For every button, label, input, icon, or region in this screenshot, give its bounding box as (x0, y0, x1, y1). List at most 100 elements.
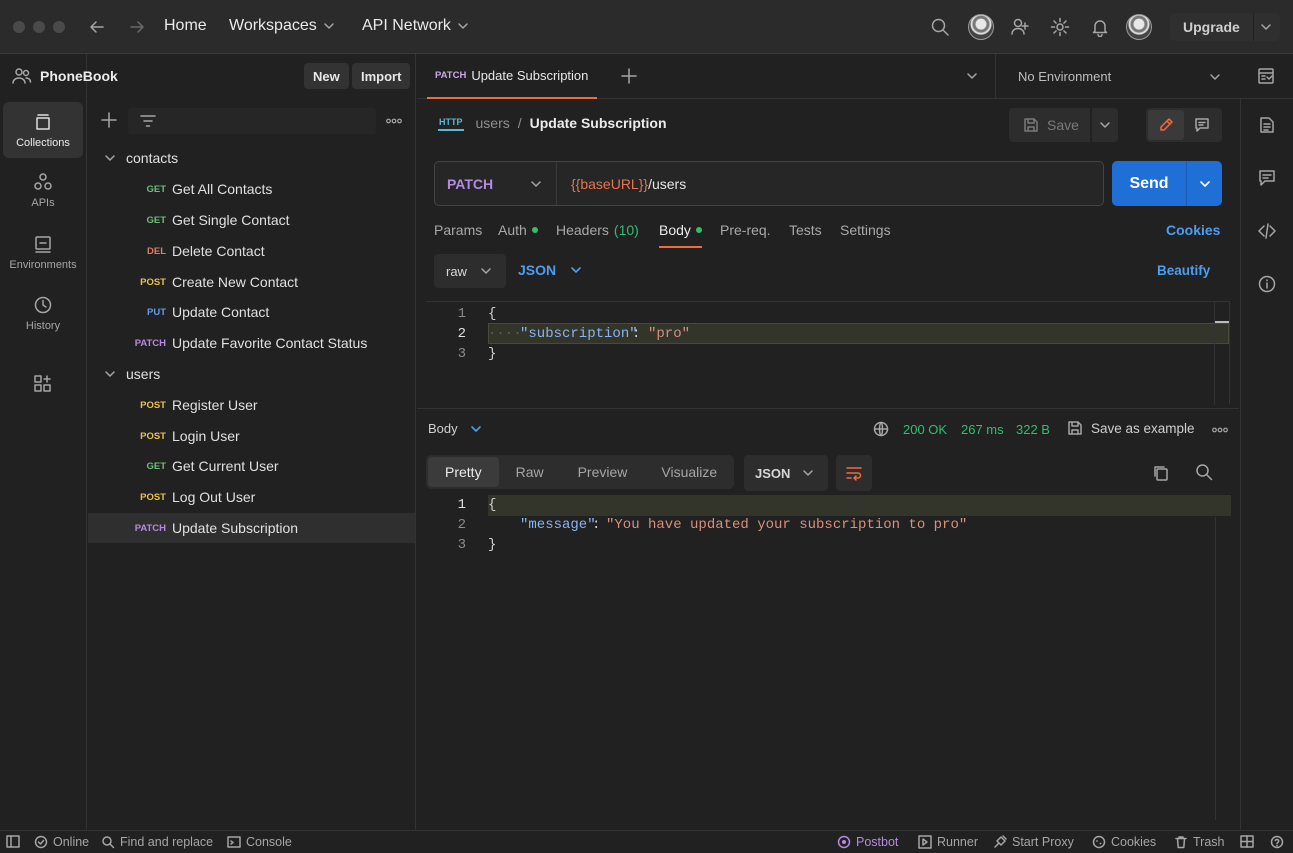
wrap-lines-icon[interactable] (836, 455, 872, 491)
filter-input[interactable] (128, 108, 376, 134)
two-pane-view-icon[interactable] (1240, 835, 1254, 848)
globe-icon[interactable] (873, 421, 889, 437)
folder-users[interactable]: users (104, 366, 160, 382)
view-raw[interactable]: Raw (499, 457, 561, 487)
start-proxy-button[interactable]: Start Proxy (993, 835, 1074, 849)
response-status[interactable]: 200 OK (903, 422, 947, 437)
request-item[interactable]: POST Login User (88, 421, 415, 451)
request-body-editor[interactable]: 1 2 3 { ···· "subscription" : "pro" } (426, 301, 1230, 405)
tab-auth[interactable]: Auth (498, 222, 538, 238)
body-language-select[interactable]: JSON (518, 262, 582, 278)
online-status[interactable]: Online (34, 835, 89, 849)
rail-collections[interactable]: Collections (3, 102, 83, 158)
save-as-example-button[interactable]: Save as example (1067, 420, 1195, 436)
response-header: Body 200 OK 267 ms 322 B Save as example (417, 408, 1239, 450)
request-item[interactable]: POST Create New Contact (88, 267, 415, 297)
add-collection-icon[interactable] (101, 112, 117, 128)
response-search-icon[interactable] (1195, 463, 1213, 481)
send-button[interactable]: Send (1112, 161, 1222, 206)
invite-user-icon[interactable] (1010, 17, 1030, 37)
view-pretty[interactable]: Pretty (428, 457, 499, 487)
tab-headers[interactable]: Headers (10) (556, 222, 639, 238)
info-icon[interactable] (1258, 275, 1276, 293)
status-bar: Online Find and replace Console Postbot … (0, 830, 1293, 853)
tab-update-subscription[interactable]: PATCH Update Subscription (427, 54, 597, 99)
console-button[interactable]: Console (227, 835, 292, 849)
documentation-icon[interactable] (1258, 116, 1276, 134)
request-item[interactable]: POST Register User (88, 390, 415, 420)
response-time[interactable]: 267 ms (961, 422, 1004, 437)
view-preview[interactable]: Preview (561, 457, 645, 487)
tabs-overflow-chevron-icon[interactable] (966, 70, 978, 82)
user-avatar[interactable] (1126, 14, 1152, 40)
configure-sidebar-icon[interactable] (33, 374, 53, 394)
toggle-sidebar-icon[interactable] (6, 835, 20, 848)
window-minimize-button[interactable] (33, 21, 45, 33)
tab-tests[interactable]: Tests (789, 222, 822, 238)
rail-apis[interactable]: APIs (3, 162, 83, 218)
rail-history[interactable]: History (3, 285, 83, 341)
find-and-replace-button[interactable]: Find and replace (101, 835, 213, 849)
tab-body[interactable]: Body (659, 222, 702, 248)
method-select[interactable]: PATCH (435, 162, 557, 205)
cookies-link[interactable]: Cookies (1166, 222, 1220, 238)
forward-arrow-icon[interactable] (128, 18, 146, 36)
code-snippet-icon[interactable] (1258, 222, 1276, 240)
environment-quick-look-icon[interactable] (1257, 67, 1275, 85)
request-item[interactable]: GET Get Current User (88, 451, 415, 481)
edit-pencil-icon[interactable] (1148, 110, 1184, 140)
workspace-header[interactable]: PhoneBook (12, 67, 118, 85)
folder-contacts[interactable]: contacts (104, 150, 178, 166)
settings-gear-icon[interactable] (1050, 17, 1070, 37)
rail-environments[interactable]: Environments (3, 224, 83, 280)
help-icon[interactable] (1270, 835, 1284, 849)
trash-button[interactable]: Trash (1174, 835, 1225, 849)
tab-settings[interactable]: Settings (840, 222, 891, 238)
url-input[interactable]: {{baseURL}}/users (571, 162, 686, 205)
environment-selector[interactable]: No Environment (995, 54, 1237, 99)
save-button[interactable]: Save (1009, 108, 1090, 142)
upgrade-button[interactable]: Upgrade (1170, 13, 1280, 41)
response-more-icon[interactable] (1212, 427, 1228, 433)
postbot-button[interactable]: Postbot (837, 835, 898, 849)
back-arrow-icon[interactable] (88, 18, 106, 36)
tab-pre-request[interactable]: Pre-req. (720, 222, 771, 238)
response-size[interactable]: 322 B (1016, 422, 1050, 437)
send-options-chevron-icon[interactable] (1187, 178, 1222, 190)
new-button[interactable]: New (304, 63, 349, 89)
cookies-button[interactable]: Cookies (1092, 835, 1156, 849)
copy-icon[interactable] (1152, 464, 1170, 482)
notifications-bell-icon[interactable] (1090, 17, 1110, 37)
request-item[interactable]: PUT Update Contact (88, 297, 415, 327)
response-format-select[interactable]: JSON (744, 455, 828, 491)
tab-params[interactable]: Params (434, 222, 482, 238)
response-body-select[interactable]: Body (428, 421, 482, 436)
view-visualize[interactable]: Visualize (644, 457, 734, 487)
chevron-down-icon[interactable] (1260, 21, 1272, 33)
beautify-link[interactable]: Beautify (1157, 263, 1210, 278)
request-item-selected[interactable]: PATCH Update Subscription (88, 513, 415, 543)
request-item[interactable]: POST Log Out User (88, 482, 415, 512)
request-item[interactable]: PATCH Update Favorite Contact Status (88, 328, 415, 358)
response-body-viewer[interactable]: 1 2 3 { "message" : "You have updated yo… (426, 495, 1231, 820)
nav-api-network-menu[interactable]: API Network (362, 17, 469, 35)
more-options-icon[interactable] (386, 118, 402, 124)
search-icon[interactable] (930, 17, 950, 37)
save-options-chevron-icon[interactable] (1092, 108, 1118, 142)
comments-icon[interactable] (1184, 110, 1220, 140)
nav-home-link[interactable]: Home (164, 17, 207, 35)
nav-workspaces-menu[interactable]: Workspaces (229, 17, 335, 35)
request-item[interactable]: DEL Delete Contact (88, 236, 415, 266)
team-avatar[interactable] (968, 14, 994, 40)
new-tab-plus-icon[interactable] (621, 68, 637, 84)
comments-panel-icon[interactable] (1258, 169, 1276, 187)
window-close-button[interactable] (13, 21, 25, 33)
breadcrumb-parent[interactable]: users (476, 115, 510, 131)
body-mode-select[interactable]: raw (434, 254, 506, 288)
import-button[interactable]: Import (352, 63, 411, 89)
runner-button[interactable]: Runner (918, 835, 978, 849)
request-title[interactable]: Update Subscription (530, 115, 667, 131)
request-item[interactable]: GET Get All Contacts (88, 174, 415, 204)
window-zoom-button[interactable] (53, 21, 65, 33)
request-item[interactable]: GET Get Single Contact (88, 205, 415, 235)
